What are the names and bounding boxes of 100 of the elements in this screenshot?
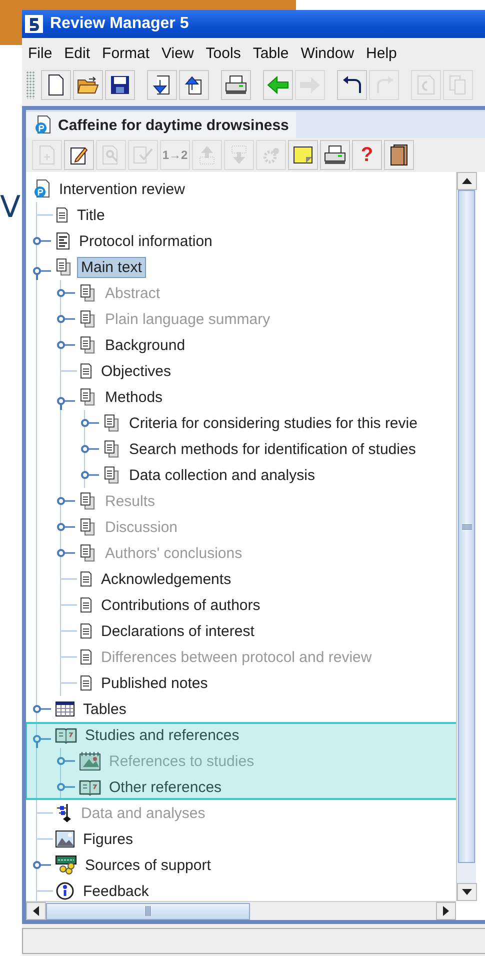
scroll-right-button[interactable] (436, 902, 456, 920)
scroll-left-button[interactable] (26, 902, 46, 920)
edit-icon (69, 145, 89, 165)
tree-item[interactable]: Intervention review (55, 178, 189, 200)
tree-item[interactable]: Data collection and analysis (125, 464, 319, 486)
toolbar-button[interactable] (179, 70, 209, 100)
app-logo-icon (24, 14, 44, 34)
vertical-scrollbar[interactable] (456, 172, 476, 901)
up-triangle-icon (462, 178, 472, 184)
tree-item[interactable]: Main text (77, 256, 146, 278)
tree-item[interactable]: Objectives (97, 360, 176, 382)
page-icon (79, 597, 93, 613)
tree-item[interactable]: Contributions of authors (97, 594, 264, 616)
tree-item[interactable]: Background (101, 334, 190, 356)
toolbar-button[interactable] (147, 70, 177, 100)
expand-handle[interactable] (81, 445, 99, 453)
page-icon (79, 363, 93, 379)
pages-icon (55, 258, 73, 276)
tree-item[interactable]: Feedback (79, 880, 153, 901)
add-page-icon (38, 145, 56, 165)
menu-item[interactable]: Table (248, 44, 297, 62)
move-up-icon (197, 145, 217, 165)
expand-handle[interactable] (33, 267, 51, 280)
down-triangle-icon (462, 889, 472, 895)
menu-item[interactable]: Tools (202, 44, 249, 62)
menu-item[interactable]: Help (362, 44, 405, 62)
document-icon (416, 74, 436, 96)
expand-handle[interactable] (57, 397, 75, 410)
toolbar-button[interactable]: ? (352, 140, 382, 170)
folder-icon (77, 75, 99, 95)
tree-item[interactable]: Tables (79, 698, 130, 720)
window-title: Review Manager 5 (50, 15, 189, 33)
scroll-up-button[interactable] (457, 172, 477, 190)
pages-icon (448, 74, 468, 96)
document-p-icon (33, 179, 51, 199)
tree-item[interactable]: Published notes (97, 672, 212, 694)
coins-icon (55, 855, 77, 875)
scroll-thumb[interactable] (46, 902, 250, 920)
menu-item[interactable]: Edit (60, 44, 98, 62)
page-icon (79, 623, 93, 639)
tree-item[interactable]: Protocol information (75, 230, 216, 252)
pages-icon (79, 388, 97, 406)
expand-handle[interactable] (81, 471, 99, 479)
toolbar-grip[interactable] (26, 71, 35, 99)
toolbar-button[interactable] (221, 70, 251, 100)
tree-item[interactable]: Studies and references (81, 724, 244, 746)
toolbar-button[interactable] (64, 140, 94, 170)
new-page-icon (47, 74, 65, 96)
pages-icon (79, 284, 97, 302)
pages-icon (79, 336, 97, 354)
pages-icon (79, 492, 97, 510)
toolbar-button[interactable] (288, 140, 318, 170)
expand-handle[interactable] (81, 419, 99, 427)
toolbar-button[interactable] (105, 70, 135, 100)
left-triangle-icon (33, 906, 39, 916)
menu-item[interactable]: Window (296, 44, 362, 62)
toolbar-button[interactable] (41, 70, 71, 100)
printer-icon (225, 75, 247, 95)
tree-item[interactable]: Criteria for considering studies for this revie (125, 412, 422, 434)
tree-item[interactable]: Title (73, 204, 109, 226)
tree-item[interactable]: Acknowledgements (97, 568, 236, 590)
book-icon (389, 144, 409, 166)
tree-item[interactable]: Declarations of interest (97, 620, 258, 642)
horizontal-scrollbar[interactable] (26, 901, 456, 920)
printer-icon (324, 145, 346, 165)
image-icon (55, 830, 75, 848)
pages-icon (79, 310, 97, 328)
tree-item[interactable]: Methods (101, 386, 167, 408)
pages-icon (79, 544, 97, 562)
pages-icon (103, 466, 121, 484)
toolbar-button[interactable] (384, 140, 414, 170)
toolbar-button[interactable] (337, 70, 367, 100)
tree-item[interactable]: Figures (79, 828, 138, 850)
scroll-thumb[interactable] (458, 190, 475, 863)
expand-handle[interactable] (33, 237, 51, 245)
table-icon (55, 700, 75, 718)
expand-handle[interactable] (57, 341, 75, 349)
sticky-note-icon (292, 145, 314, 165)
slide-heading: V (0, 190, 21, 225)
toolbar-button[interactable] (320, 140, 350, 170)
form-page-icon (55, 232, 71, 250)
page-tick-icon (132, 145, 154, 165)
expand-handle[interactable] (33, 735, 51, 748)
page-icon (79, 571, 93, 587)
open-book-icon (55, 726, 77, 744)
menu-item[interactable]: View (158, 44, 202, 62)
expand-handle[interactable] (33, 861, 51, 869)
tree-item[interactable]: Search methods for identification of studies (125, 438, 420, 460)
page-icon (55, 207, 69, 223)
menu-item[interactable]: File (24, 44, 60, 62)
menu-item[interactable]: Format (98, 44, 158, 62)
scroll-down-button[interactable] (457, 883, 477, 901)
expand-handle[interactable] (33, 705, 51, 713)
move-down-icon (229, 145, 249, 165)
gear-icon (261, 145, 281, 165)
tree-item[interactable]: Other references (105, 776, 226, 798)
tree-item[interactable]: Sources of support (81, 854, 215, 876)
toolbar-button[interactable] (73, 70, 103, 100)
expand-handle[interactable] (57, 783, 75, 791)
forest-plot-icon (55, 803, 73, 823)
